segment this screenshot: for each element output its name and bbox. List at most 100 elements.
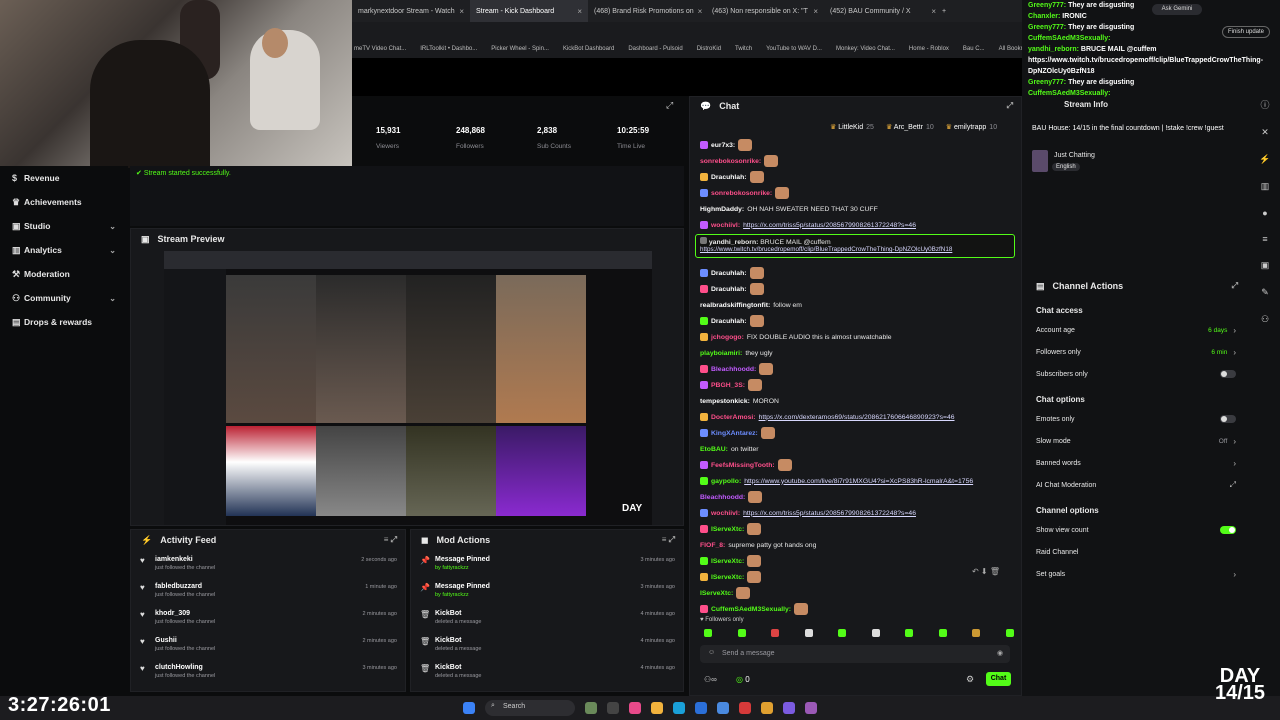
top-chatter[interactable]: ♛ emilytrapp 10 — [946, 123, 997, 131]
chat-message[interactable]: sonrebokosonrike: — [690, 153, 1020, 169]
close-icon[interactable]: × — [459, 7, 464, 16]
chat-username[interactable]: Bleachhoodd: — [700, 494, 745, 501]
obs-icon[interactable] — [805, 702, 817, 714]
browser-tab[interactable]: (463) Non responsible on X: "T × — [706, 0, 824, 22]
message-actions[interactable]: ↶ ⬇ 🗑 — [972, 567, 1000, 576]
chat-users-icon[interactable]: ⚇∞ — [704, 675, 717, 684]
chat-bubble-icon[interactable]: ● — [1262, 208, 1267, 218]
popout-icon[interactable]: ⤢ — [1007, 101, 1013, 111]
chat-message[interactable]: CuffemSAedM3Sexually: — [690, 601, 1020, 617]
banned-words-row[interactable]: Banned words › — [1026, 452, 1246, 474]
folder-icon[interactable] — [651, 702, 663, 714]
sidebar-item-studio[interactable]: ▣ Studio ⌄ — [0, 214, 128, 238]
close-icon[interactable]: ✕ — [1261, 127, 1269, 138]
chat-message[interactable]: wochiivl: https://x.com/triss5p/status/20… — [690, 505, 1020, 521]
filter-icon[interactable]: ≡ ⤢ — [384, 535, 397, 545]
app-red-icon[interactable] — [739, 702, 751, 714]
mail-icon[interactable] — [717, 702, 729, 714]
popout-icon[interactable]: ⤢ — [1232, 281, 1238, 291]
chat-username[interactable]: CuffemSAedM3Sexually: — [711, 606, 791, 613]
chat-input[interactable]: Send a message — [700, 645, 1010, 663]
emoji-icon[interactable]: ◉ — [997, 649, 1003, 657]
bookmark-item[interactable]: Dashboard - Pulsoid — [628, 46, 682, 52]
bookmark-item[interactable]: KickBot Dashboard — [563, 46, 614, 52]
bookmark-item[interactable]: YouTube to WAV D... — [766, 46, 822, 52]
bolt-icon[interactable]: ⚡ — [1259, 154, 1270, 165]
chat-username[interactable]: PBGH_3S: — [711, 382, 745, 389]
pinned-message[interactable]: yandhi_reborn: BRUCE MAIL @cuffem https:… — [695, 234, 1015, 258]
bookmark-item[interactable]: Picker Wheel - Spin... — [491, 46, 549, 52]
close-icon[interactable]: × — [813, 7, 818, 16]
chat-message[interactable]: DocterAmosi: https://x.com/dexteramos69/s… — [690, 409, 1020, 425]
chat-message[interactable]: IServeXtc: — [690, 521, 1020, 537]
chat-username[interactable]: IServeXtc: — [711, 574, 744, 581]
chat-username[interactable]: Dracuhlah: — [711, 174, 747, 181]
store-icon[interactable] — [695, 702, 707, 714]
address-bar[interactable] — [352, 22, 1027, 40]
subscribers-only-row[interactable]: Subscribers only — [1026, 363, 1246, 385]
chat-message[interactable]: realbradskiffingtonfit: follow em — [690, 297, 1020, 313]
close-icon[interactable]: × — [577, 7, 582, 16]
chat-message[interactable]: sonrebokosonrike: — [690, 185, 1020, 201]
chat-message[interactable]: gaypollo: https://www.youtube.com/live/8i… — [690, 473, 1020, 489]
account-age-row[interactable]: Account age 6 days › — [1026, 319, 1246, 341]
chat-username[interactable]: eur7x3: — [711, 142, 735, 149]
top-chatter[interactable]: ♛ Arc_Bettr 10 — [886, 123, 934, 131]
chat-link[interactable]: https://x.com/triss5p/status/20856799082… — [743, 510, 916, 517]
bookmark-item[interactable]: Monkey: Video Chat... — [836, 46, 895, 52]
chat-message[interactable]: HighmDaddy: OH NAH SWEATER NEED THAT 30 C… — [690, 201, 1020, 217]
chat-username[interactable]: DocterAmosi: — [711, 414, 756, 421]
chat-username[interactable]: wochiivl: — [711, 510, 740, 517]
chat-link[interactable]: https://www.youtube.com/live/8i7r91MXGU4… — [744, 478, 973, 485]
chat-username[interactable]: Dracuhlah: — [711, 270, 747, 277]
sidebar-item-analytics[interactable]: ▥ Analytics ⌄ — [0, 238, 128, 262]
chat-message[interactable]: Bleachhoodd: — [690, 361, 1020, 377]
set-goals-row[interactable]: Set goals › — [1026, 563, 1246, 585]
filter-icon[interactable]: ≡ ⤢ — [662, 535, 675, 545]
chat-username[interactable]: FeefsMissingTooth: — [711, 462, 775, 469]
chat-username[interactable]: IServeXtc: — [700, 590, 733, 597]
bookmark-item[interactable]: Home - Roblox — [909, 46, 949, 52]
sidebar-item-drops-rewards[interactable]: ▤ Drops & rewards — [0, 310, 128, 334]
chat-username[interactable]: IServeXtc: — [711, 558, 744, 565]
taskbar-search[interactable]: ⌕ Search — [485, 700, 575, 716]
windows-start-icon[interactable] — [463, 702, 475, 714]
chat-message[interactable]: Dracuhlah: — [690, 281, 1020, 297]
browser-tab[interactable]: (468) Brand Risk Promotions on × — [588, 0, 706, 22]
sidebar-item-moderation[interactable]: ⚒ Moderation — [0, 262, 128, 286]
browser-tab[interactable]: Stream - Kick Dashboard × — [470, 0, 588, 22]
chat-username[interactable]: tempestonkick: — [700, 398, 750, 405]
chat-username[interactable]: playboiamiri: — [700, 350, 742, 357]
emote-picker-icon[interactable]: ☺ — [708, 649, 715, 656]
send-chat-button[interactable]: Chat — [986, 672, 1011, 686]
chat-message[interactable]: FeefsMissingTooth: — [690, 457, 1020, 473]
sidebar-item-community[interactable]: ⚇ Community ⌄ — [0, 286, 128, 310]
chat-message[interactable]: jchogogo: FIX DOUBLE AUDIO this is almost… — [690, 329, 1020, 345]
raid-channel-row[interactable]: Raid Channel — [1026, 541, 1246, 563]
chat-username[interactable]: Dracuhlah: — [711, 286, 747, 293]
chat-message[interactable]: playboiamiri: they ugly — [690, 345, 1020, 361]
close-icon[interactable]: × — [931, 7, 936, 16]
bookmark-item[interactable]: meTV Video Chat... — [354, 46, 406, 52]
finish-update-button[interactable]: Finish update — [1222, 26, 1270, 38]
chat-username[interactable]: IServeXtc: — [711, 526, 744, 533]
list-icon[interactable]: ≡ — [1262, 234, 1267, 244]
chat-username[interactable]: Bleachhoodd: — [711, 366, 756, 373]
chat-username[interactable]: HighmDaddy: — [700, 206, 744, 213]
chat-username[interactable]: FIOF_8: — [700, 542, 725, 549]
chrome-icon[interactable] — [761, 702, 773, 714]
monitor-icon[interactable]: ▣ — [1261, 260, 1270, 271]
chat-link[interactable]: https://x.com/dexteramos69/status/208621… — [759, 414, 955, 421]
discord-icon[interactable] — [783, 702, 795, 714]
chat-message[interactable]: Dracuhlah: — [690, 265, 1020, 281]
chat-username[interactable]: realbradskiffingtonfit: — [700, 302, 770, 309]
bookmark-item[interactable]: IRLToolkit • Dashbo... — [420, 46, 477, 52]
emote-bar[interactable] — [704, 629, 1014, 639]
chat-username[interactable]: KingXAntarez: — [711, 430, 758, 437]
show-view-count-toggle[interactable] — [1220, 526, 1236, 534]
edge-icon[interactable] — [673, 702, 685, 714]
top-chatter[interactable]: ♛ LittleKid 25 — [830, 123, 874, 131]
subscribers-only-toggle[interactable] — [1220, 370, 1236, 378]
stream-preview-video[interactable]: DAY — [164, 251, 652, 525]
emotes-only-toggle[interactable] — [1220, 415, 1236, 423]
